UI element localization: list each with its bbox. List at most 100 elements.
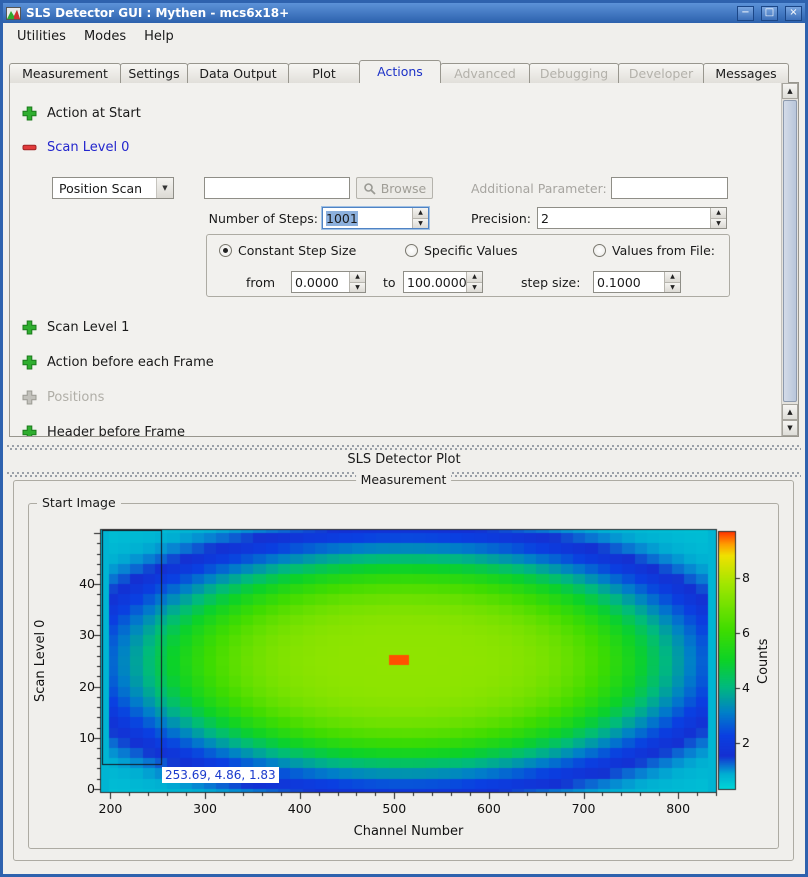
from-value: 0.0000 xyxy=(295,275,339,290)
action-at-start-label: Action at Start xyxy=(47,106,141,121)
app-window-body: SLS Detector GUI : Mythen - mcs6x18+ − □… xyxy=(3,3,805,874)
plot-coordinates-tooltip: 253.69, 4.86, 1.83 xyxy=(162,767,279,783)
app-window: SLS Detector GUI : Mythen - mcs6x18+ − □… xyxy=(0,0,808,877)
positions-label: Positions xyxy=(47,390,104,405)
step-size-spinbox[interactable]: 0.1000 ▲ ▼ xyxy=(593,271,681,293)
tab-developer: Developer xyxy=(618,63,704,83)
to-spinbox[interactable]: 100.0000 ▲ ▼ xyxy=(403,271,483,293)
radio-label: Specific Values xyxy=(424,243,517,258)
step-mode-groupbox: Constant Step Size Specific Values Value… xyxy=(206,234,730,297)
plus-icon[interactable] xyxy=(22,106,37,121)
additional-parameter-label: Additional Parameter: xyxy=(471,181,607,196)
spin-up-icon[interactable]: ▲ xyxy=(665,272,680,282)
number-of-steps-value: 1001 xyxy=(326,211,358,226)
radio-values-from-file[interactable]: Values from File: xyxy=(593,243,715,258)
action-before-each-frame-label: Action before each Frame xyxy=(47,355,214,370)
radio-constant-step-size[interactable]: Constant Step Size xyxy=(219,243,356,258)
chevron-down-icon[interactable]: ▼ xyxy=(156,178,173,198)
tab-debugging: Debugging xyxy=(529,63,619,83)
tab-bar: Measurement Settings Data Output Plot Ac… xyxy=(9,60,799,83)
scan-script-input[interactable] xyxy=(204,177,350,199)
scan-type-value: Position Scan xyxy=(53,181,156,196)
browse-button: Browse xyxy=(356,177,433,199)
spin-up-icon[interactable]: ▲ xyxy=(350,272,365,282)
radio-specific-values[interactable]: Specific Values xyxy=(405,243,517,258)
colorbar-title: Counts xyxy=(756,530,771,792)
x-axis-title: Channel Number xyxy=(101,824,716,839)
y-axis-title: Scan Level 0 xyxy=(33,530,48,792)
minimize-button[interactable]: − xyxy=(737,6,754,21)
browse-label: Browse xyxy=(381,181,427,196)
additional-parameter-input[interactable] xyxy=(611,177,728,199)
window-title: SLS Detector GUI : Mythen - mcs6x18+ xyxy=(26,6,730,20)
to-label: to xyxy=(383,275,396,290)
plus-icon[interactable] xyxy=(22,320,37,335)
scrollbar-thumb[interactable] xyxy=(783,100,797,402)
number-of-steps-spinbox[interactable]: 1001 ▲ ▼ xyxy=(322,207,429,229)
plus-icon-disabled xyxy=(22,390,37,405)
tab-actions[interactable]: Actions xyxy=(359,60,441,83)
scan-level-0-label: Scan Level 0 xyxy=(47,140,129,155)
tab-data-output[interactable]: Data Output xyxy=(187,63,289,83)
plus-icon[interactable] xyxy=(22,355,37,370)
precision-label: Precision: xyxy=(471,211,531,226)
header-before-frame-label: Header before Frame xyxy=(47,425,185,438)
start-image-groupbox: Start Image 2003004005006007008000102030… xyxy=(28,503,779,849)
scan-level-0-row: Scan Level 0 xyxy=(22,139,129,155)
tab-plot[interactable]: Plot xyxy=(288,63,360,83)
tab-advanced: Advanced xyxy=(440,63,530,83)
menu-modes[interactable]: Modes xyxy=(75,25,135,48)
precision-spinbox[interactable]: 2 ▲ ▼ xyxy=(537,207,727,229)
action-before-each-frame-row: Action before each Frame xyxy=(22,354,214,370)
scan-level-1-row: Scan Level 1 xyxy=(22,319,129,335)
tab-measurement[interactable]: Measurement xyxy=(9,63,121,83)
step-size-label: step size: xyxy=(521,275,580,290)
precision-value: 2 xyxy=(541,211,549,226)
tab-settings[interactable]: Settings xyxy=(120,63,188,83)
magnifier-icon xyxy=(363,182,376,195)
scroll-down-icon[interactable]: ▼ xyxy=(782,420,798,436)
spin-down-icon[interactable]: ▼ xyxy=(665,282,680,293)
spin-down-icon[interactable]: ▼ xyxy=(711,218,726,229)
to-value: 100.0000 xyxy=(407,275,466,290)
plus-icon[interactable] xyxy=(22,425,37,438)
radio-checked-icon xyxy=(219,244,232,257)
menubar: Utilities Modes Help xyxy=(3,23,805,49)
from-spinbox[interactable]: 0.0000 ▲ ▼ xyxy=(291,271,366,293)
from-label: from xyxy=(246,275,275,290)
scan-level-1-label: Scan Level 1 xyxy=(47,320,129,335)
menu-help[interactable]: Help xyxy=(135,25,183,48)
header-before-frame-row: Header before Frame xyxy=(22,424,185,437)
scroll-up-icon[interactable]: ▲ xyxy=(782,83,798,99)
action-at-start-row: Action at Start xyxy=(22,105,141,121)
radio-label: Values from File: xyxy=(612,243,715,258)
maximize-button[interactable]: □ xyxy=(761,6,778,21)
actions-panel: Action at Start Scan Level 0 Position Sc… xyxy=(9,82,799,437)
number-of-steps-label: Number of Steps: xyxy=(202,211,318,226)
measurement-groupbox: Measurement Start Image 2003004005006007… xyxy=(13,480,794,861)
scan-type-combobox[interactable]: Position Scan ▼ xyxy=(52,177,174,199)
titlebar[interactable]: SLS Detector GUI : Mythen - mcs6x18+ − □… xyxy=(3,3,805,23)
splitter-handle[interactable] xyxy=(7,445,801,450)
minus-icon[interactable] xyxy=(22,140,37,155)
heatmap-canvas[interactable] xyxy=(29,504,780,850)
step-size-value: 0.1000 xyxy=(597,275,641,290)
spin-up-icon[interactable]: ▲ xyxy=(413,208,428,218)
radio-label: Constant Step Size xyxy=(238,243,356,258)
radio-unchecked-icon xyxy=(593,244,606,257)
positions-row: Positions xyxy=(22,389,104,405)
vertical-scrollbar[interactable]: ▲ ▲ ▼ xyxy=(781,83,798,436)
radio-unchecked-icon xyxy=(405,244,418,257)
close-button[interactable]: × xyxy=(785,6,802,21)
spin-down-icon[interactable]: ▼ xyxy=(350,282,365,293)
app-icon xyxy=(6,7,21,20)
spin-up-icon[interactable]: ▲ xyxy=(467,272,482,282)
measurement-group-title: Measurement xyxy=(356,472,452,487)
menu-utilities[interactable]: Utilities xyxy=(8,25,75,48)
spin-down-icon[interactable]: ▼ xyxy=(467,282,482,293)
plot-dock-title: SLS Detector Plot xyxy=(3,452,805,467)
scroll-up-icon[interactable]: ▲ xyxy=(782,404,798,420)
tab-messages[interactable]: Messages xyxy=(703,63,789,83)
spin-up-icon[interactable]: ▲ xyxy=(711,208,726,218)
spin-down-icon[interactable]: ▼ xyxy=(413,218,428,229)
